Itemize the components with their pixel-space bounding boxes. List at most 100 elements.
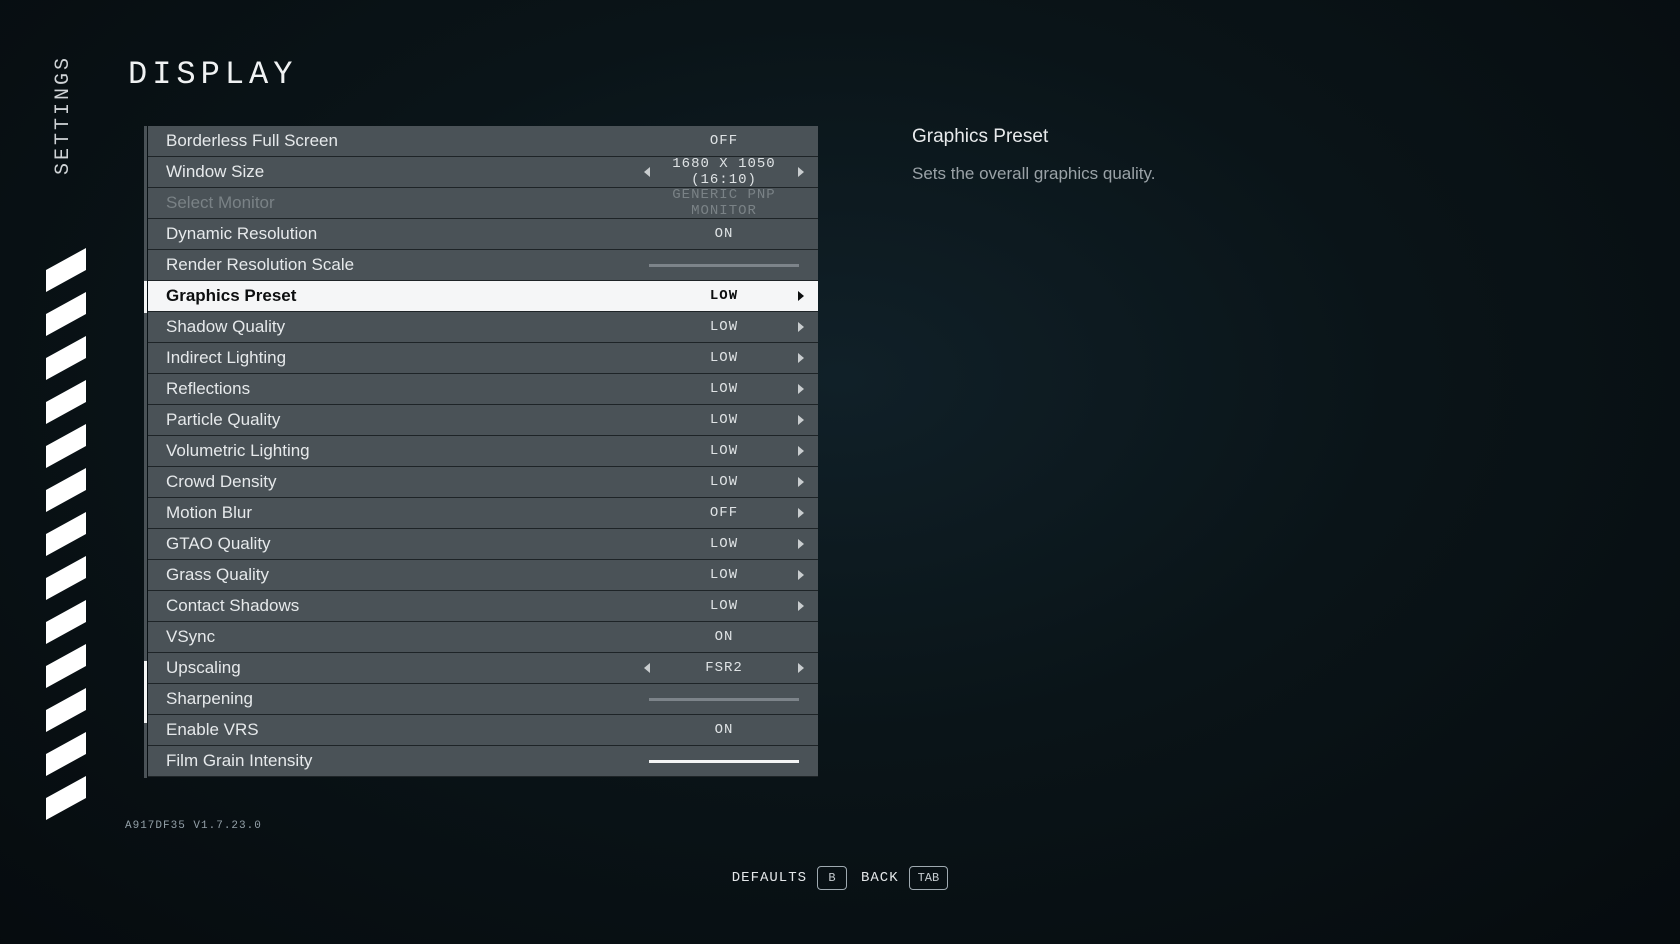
- setting-label: Graphics Preset: [166, 286, 644, 306]
- description-text: Sets the overall graphics quality.: [912, 162, 1452, 186]
- back-keyhint: TAB: [909, 866, 949, 890]
- setting-label: Particle Quality: [166, 410, 644, 430]
- setting-slider[interactable]: [649, 760, 799, 763]
- setting-slider[interactable]: [649, 698, 799, 701]
- setting-label: GTAO Quality: [166, 534, 644, 554]
- page-title: DISPLAY: [128, 56, 297, 93]
- setting-value: ON: [715, 226, 734, 242]
- setting-label: Select Monitor: [166, 193, 644, 213]
- setting-row[interactable]: Indirect Lighting LOW: [148, 343, 818, 374]
- setting-value-area: LOW: [644, 536, 804, 552]
- settings-screen: SETTINGS DISPLAY Borderless Full ScreenO…: [0, 0, 1680, 944]
- setting-row[interactable]: Window Size1680 X 1050 (16:10): [148, 157, 818, 188]
- setting-value-area: OFF: [644, 505, 804, 521]
- chevron-right-icon[interactable]: [798, 570, 804, 580]
- setting-value-area: ON: [644, 629, 804, 645]
- setting-value-area: LOW: [644, 567, 804, 583]
- scroll-indicator-track: [144, 126, 147, 778]
- setting-value: LOW: [710, 536, 738, 552]
- setting-value-area: LOW: [644, 319, 804, 335]
- chevron-right-icon[interactable]: [798, 539, 804, 549]
- setting-row[interactable]: Graphics Preset LOW: [148, 281, 818, 312]
- setting-row[interactable]: Film Grain Intensity: [148, 746, 818, 777]
- hazard-stripes-decoration: [46, 248, 86, 828]
- back-label: BACK: [861, 870, 899, 886]
- setting-row[interactable]: Upscaling FSR2: [148, 653, 818, 684]
- setting-value-area: OFF: [644, 133, 804, 149]
- chevron-right-icon[interactable]: [798, 384, 804, 394]
- setting-label: Render Resolution Scale: [166, 255, 644, 275]
- setting-row[interactable]: Volumetric LightingLOW: [148, 436, 818, 467]
- setting-row[interactable]: Particle Quality LOW: [148, 405, 818, 436]
- setting-value-area: GENERIC PNP MONITOR: [644, 187, 804, 219]
- setting-label: Upscaling: [166, 658, 644, 678]
- setting-value: LOW: [710, 350, 738, 366]
- chevron-right-icon[interactable]: [798, 446, 804, 456]
- setting-value: FSR2: [705, 660, 743, 676]
- setting-value-area: LOW: [644, 350, 804, 366]
- setting-row[interactable]: Shadow QualityLOW: [148, 312, 818, 343]
- setting-value-area: FSR2: [644, 660, 804, 676]
- setting-value-area: LOW: [644, 288, 804, 304]
- chevron-right-icon[interactable]: [798, 477, 804, 487]
- setting-value-area: [644, 264, 804, 267]
- description-title: Graphics Preset: [912, 126, 1452, 148]
- setting-row[interactable]: Grass QualityLOW: [148, 560, 818, 591]
- chevron-right-icon[interactable]: [798, 415, 804, 425]
- setting-value-area: LOW: [644, 443, 804, 459]
- setting-label: Borderless Full Screen: [166, 131, 644, 151]
- setting-value: OFF: [710, 505, 738, 521]
- chevron-right-icon[interactable]: [798, 291, 804, 301]
- setting-value: LOW: [710, 381, 738, 397]
- setting-slider[interactable]: [649, 264, 799, 267]
- setting-row[interactable]: VSync ON: [148, 622, 818, 653]
- scroll-indicator-segment: [144, 661, 147, 723]
- settings-list: Borderless Full ScreenOFFWindow Size1680…: [148, 126, 818, 777]
- chevron-right-icon[interactable]: [798, 663, 804, 673]
- setting-label: Motion Blur: [166, 503, 644, 523]
- setting-value-area: LOW: [644, 474, 804, 490]
- setting-row[interactable]: Sharpening: [148, 684, 818, 715]
- setting-label: VSync: [166, 627, 644, 647]
- setting-label: Indirect Lighting: [166, 348, 644, 368]
- setting-row[interactable]: Contact ShadowsLOW: [148, 591, 818, 622]
- setting-value: 1680 X 1050 (16:10): [644, 156, 804, 188]
- setting-value: ON: [715, 629, 734, 645]
- setting-row[interactable]: ReflectionsLOW: [148, 374, 818, 405]
- chevron-right-icon[interactable]: [798, 167, 804, 177]
- defaults-prompt[interactable]: DEFAULTS B: [732, 866, 847, 890]
- setting-value-area: [644, 760, 804, 763]
- vertical-settings-label: SETTINGS: [52, 55, 75, 175]
- chevron-right-icon[interactable]: [798, 322, 804, 332]
- setting-row[interactable]: Enable VRS ON: [148, 715, 818, 746]
- chevron-right-icon[interactable]: [798, 601, 804, 611]
- setting-row[interactable]: Borderless Full ScreenOFF: [148, 126, 818, 157]
- description-panel: Graphics Preset Sets the overall graphic…: [912, 126, 1452, 186]
- setting-label: Enable VRS: [166, 720, 644, 740]
- slider-fill: [649, 760, 799, 763]
- setting-value-area: LOW: [644, 412, 804, 428]
- chevron-right-icon[interactable]: [798, 353, 804, 363]
- chevron-right-icon[interactable]: [798, 508, 804, 518]
- setting-value-area: 1680 X 1050 (16:10): [644, 156, 804, 188]
- setting-value: LOW: [710, 412, 738, 428]
- setting-row[interactable]: Render Resolution Scale: [148, 250, 818, 281]
- setting-value: ON: [715, 722, 734, 738]
- setting-value: LOW: [710, 288, 738, 304]
- chevron-left-icon[interactable]: [644, 663, 650, 673]
- setting-label: Window Size: [166, 162, 644, 182]
- setting-value: LOW: [710, 319, 738, 335]
- setting-row[interactable]: Motion Blur OFF: [148, 498, 818, 529]
- setting-value: LOW: [710, 598, 738, 614]
- setting-row[interactable]: Dynamic Resolution ON: [148, 219, 818, 250]
- setting-value-area: LOW: [644, 598, 804, 614]
- defaults-keyhint: B: [817, 866, 847, 890]
- setting-label: Grass Quality: [166, 565, 644, 585]
- setting-row[interactable]: Crowd DensityLOW: [148, 467, 818, 498]
- setting-label: Sharpening: [166, 689, 644, 709]
- back-prompt[interactable]: BACK TAB: [861, 866, 948, 890]
- chevron-left-icon[interactable]: [644, 167, 650, 177]
- setting-label: Dynamic Resolution: [166, 224, 644, 244]
- footer-prompts: DEFAULTS B BACK TAB: [0, 866, 1680, 890]
- setting-row[interactable]: GTAO Quality LOW: [148, 529, 818, 560]
